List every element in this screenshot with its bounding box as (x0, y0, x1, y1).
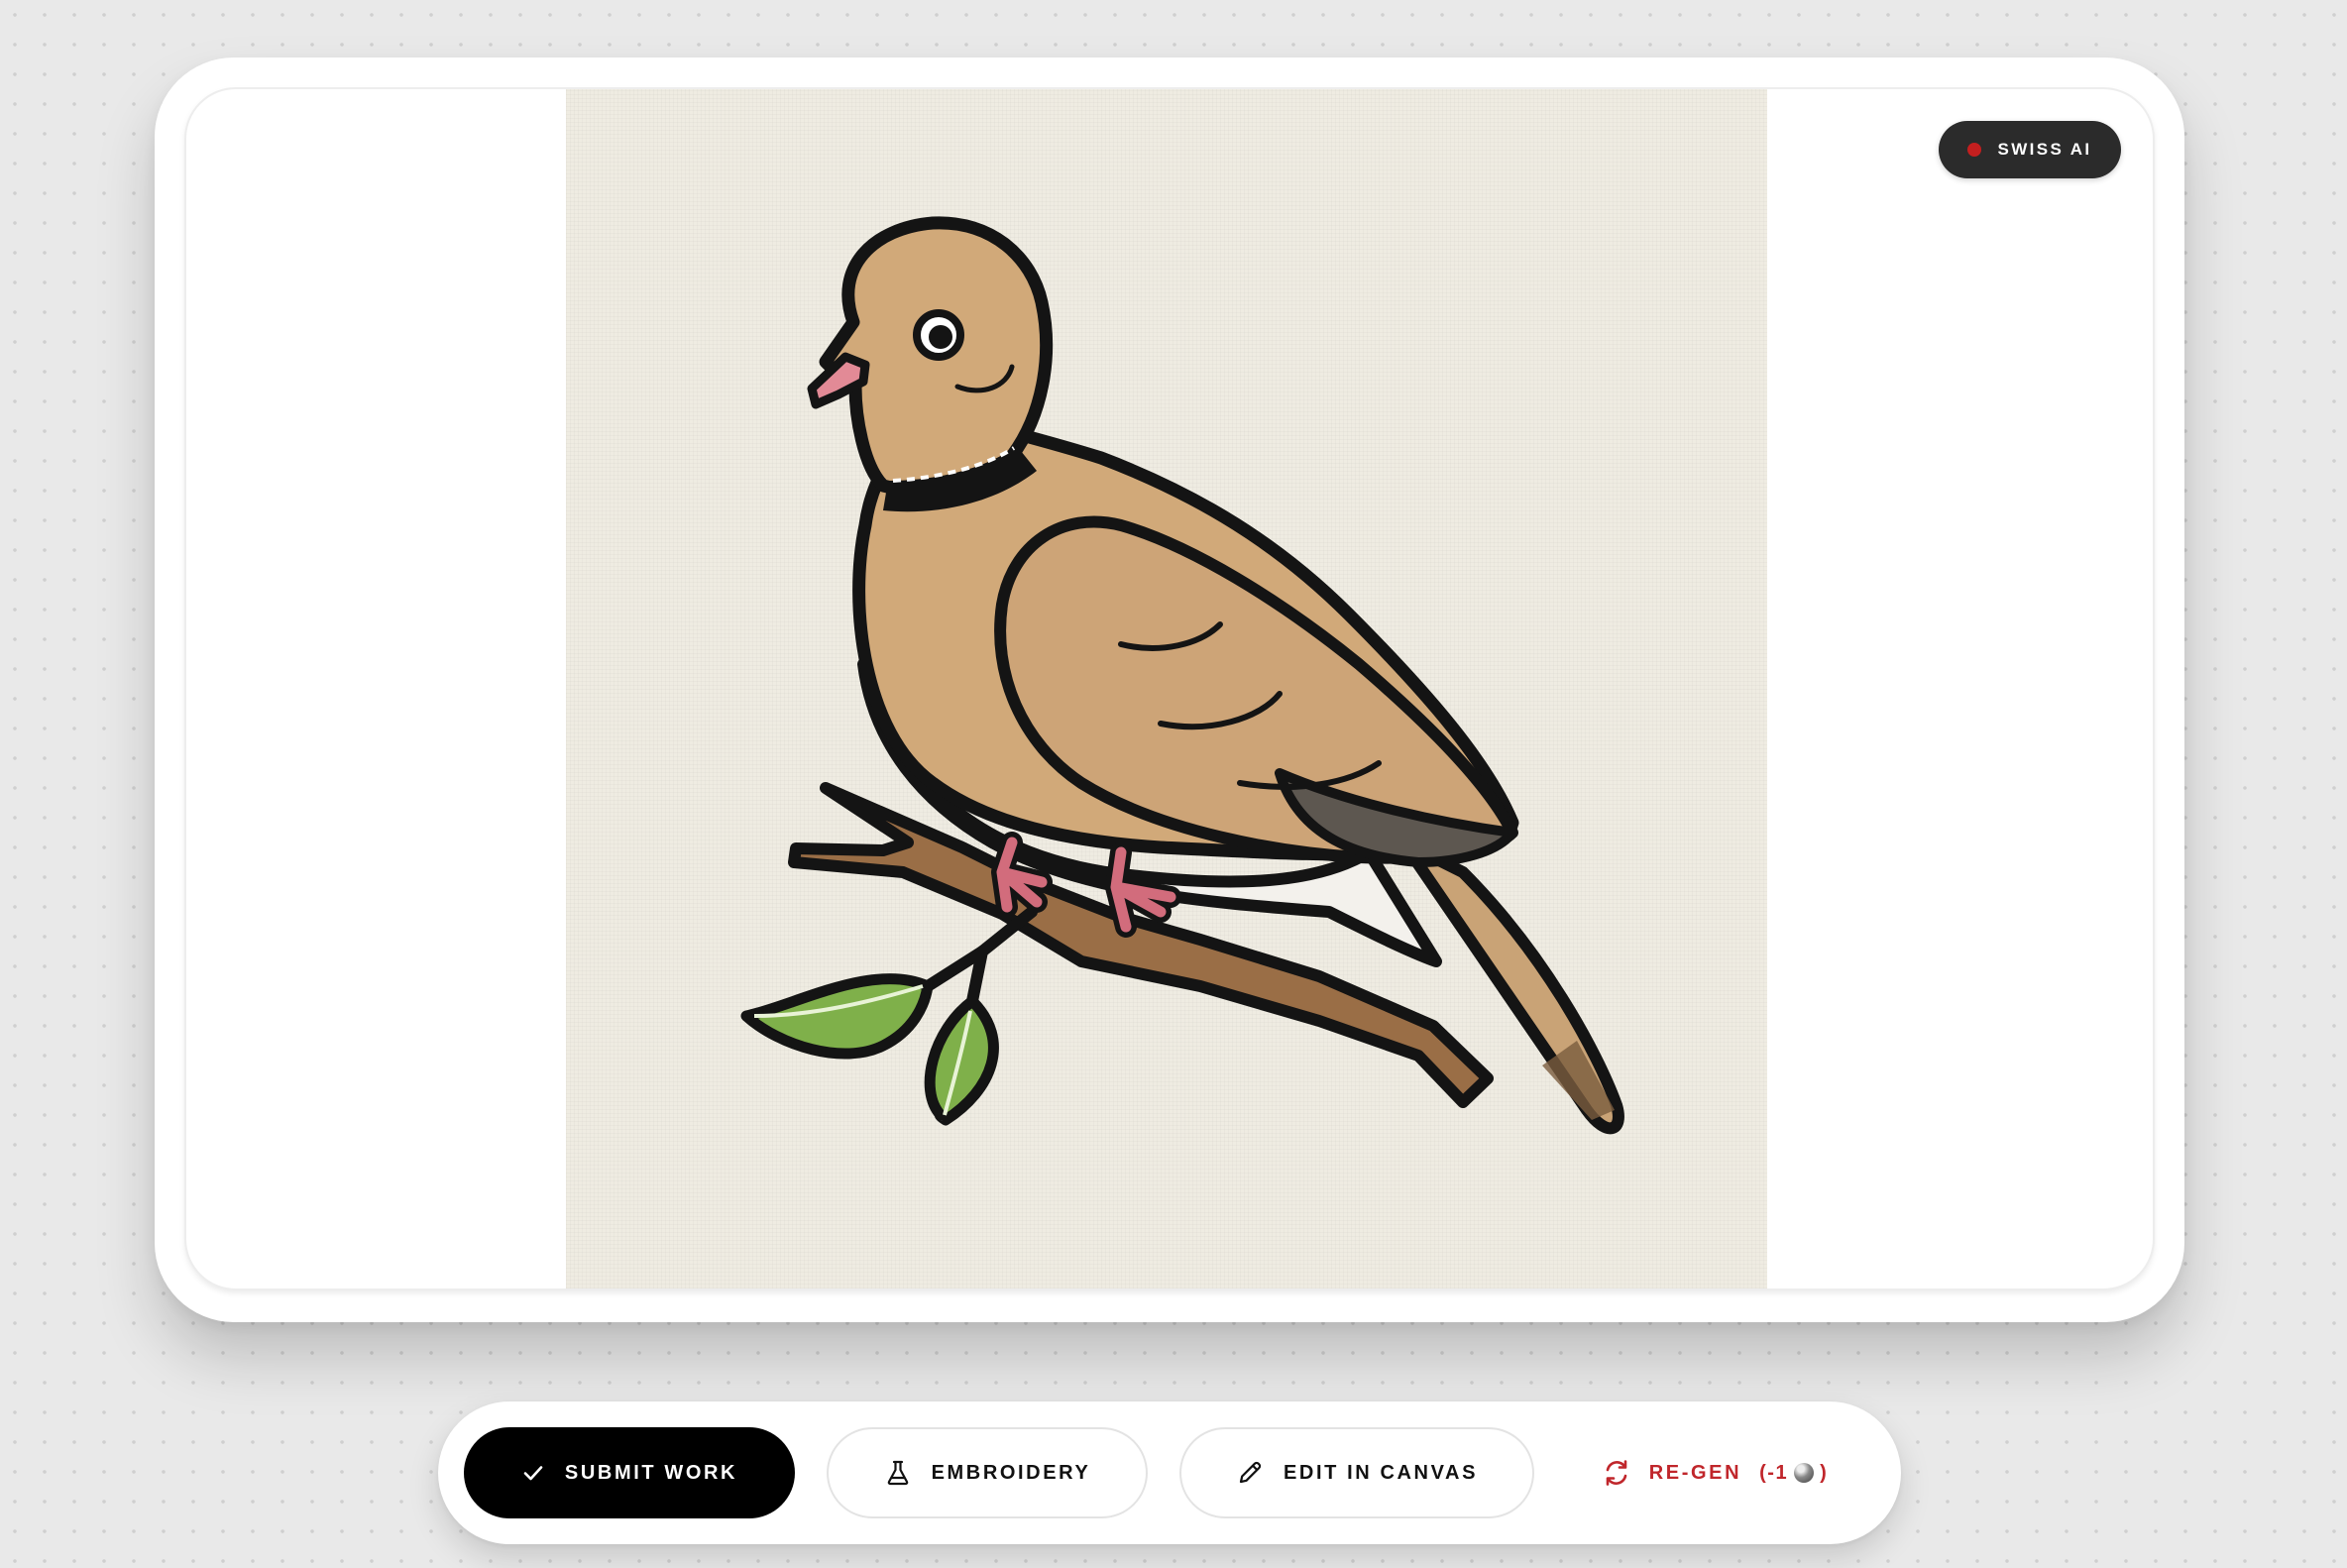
badge-label: SWISS AI (1997, 140, 2092, 159)
submit-work-button[interactable]: SUBMIT WORK (464, 1427, 795, 1518)
embroidery-button[interactable]: EMBROIDERY (827, 1427, 1148, 1518)
dove-illustration (740, 216, 1624, 1135)
refresh-icon (1602, 1458, 1631, 1488)
edit-in-canvas-button[interactable]: EDIT IN CANVAS (1179, 1427, 1534, 1518)
preview-card (155, 57, 2184, 1322)
leaves (740, 973, 999, 1126)
embroidery-label: EMBROIDERY (931, 1461, 1091, 1484)
regen-label: RE-GEN (1648, 1461, 1742, 1484)
status-dot-icon (1967, 143, 1982, 157)
action-toolbar: SUBMIT WORK EMBROIDERY EDIT IN CANVAS RE… (438, 1401, 1901, 1544)
regenerate-button[interactable]: RE-GEN (-1 ) (1568, 1427, 1861, 1518)
regen-cost-prefix: (-1 (1759, 1461, 1789, 1484)
generated-image (566, 89, 1767, 1288)
edit-in-canvas-label: EDIT IN CANVAS (1283, 1461, 1479, 1484)
coin-icon (1794, 1463, 1815, 1483)
swiss-ai-badge: SWISS AI (1939, 121, 2121, 178)
pencil-icon (1236, 1459, 1264, 1487)
regen-cost: (-1 ) (1759, 1462, 1828, 1485)
checkmark-icon (521, 1461, 545, 1485)
image-frame (184, 87, 2155, 1290)
flask-icon (884, 1459, 912, 1487)
submit-work-label: SUBMIT WORK (564, 1461, 738, 1484)
regen-cost-suffix: ) (1820, 1461, 1829, 1484)
